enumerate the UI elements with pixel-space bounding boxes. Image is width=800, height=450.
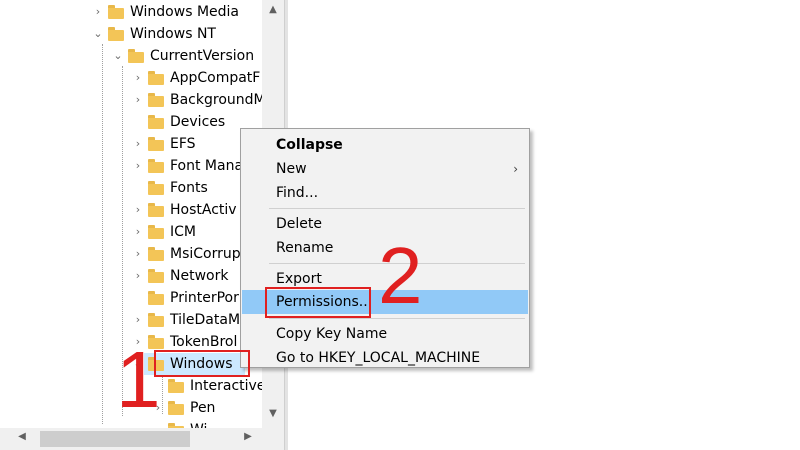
tree-node-label: AppCompatF <box>170 70 261 86</box>
chevron-right-icon[interactable]: › <box>132 133 144 155</box>
tree-node-interactive[interactable]: Interactive <box>152 375 262 397</box>
tree-node-label: Fonts <box>170 180 208 196</box>
tree-node-label: EFS <box>170 136 196 152</box>
chevron-right-icon[interactable]: › <box>132 309 144 331</box>
tree-node-currentversion[interactable]: ⌄ CurrentVersion <box>112 45 254 67</box>
chevron-right-icon[interactable]: › <box>132 265 144 287</box>
folder-icon <box>148 247 164 261</box>
chevron-right-icon[interactable]: › <box>132 221 144 243</box>
tree-node-label: TileDataM <box>170 312 241 328</box>
tree-node-pen[interactable]: › Pen <box>152 397 216 419</box>
menu-item-new[interactable]: New › <box>242 157 528 181</box>
tree-node-windows-nt[interactable]: ⌄ Windows NT <box>92 23 216 45</box>
scroll-right-icon[interactable]: ▶ <box>240 431 256 442</box>
menu-item-collapse[interactable]: Collapse <box>242 133 528 157</box>
folder-icon <box>148 203 164 217</box>
folder-icon <box>148 159 164 173</box>
tree-node-network[interactable]: › Network <box>132 265 229 287</box>
folder-icon <box>148 137 164 151</box>
tree-node-label: BackgroundM <box>170 92 262 108</box>
chevron-right-icon[interactable]: › <box>132 199 144 221</box>
tree-node-label: HostActiv <box>170 202 237 218</box>
tree-node-tiledatam[interactable]: › TileDataM <box>132 309 240 331</box>
scroll-down-icon[interactable]: ▼ <box>262 408 284 419</box>
menu-item-find[interactable]: Find... <box>242 181 528 205</box>
menu-item-label: Go to HKEY_LOCAL_MACHINE <box>276 350 481 366</box>
tree-node-printerpor[interactable]: PrinterPor <box>132 287 239 309</box>
chevron-right-icon[interactable]: › <box>132 67 144 89</box>
tree-node-label: Windows NT <box>130 26 216 42</box>
menu-item-label: Collapse <box>276 137 343 153</box>
chevron-right-icon: › <box>513 162 518 176</box>
folder-icon <box>148 181 164 195</box>
chevron-right-icon[interactable]: › <box>132 89 144 111</box>
folder-icon <box>108 27 124 41</box>
tree-node-appcompatf[interactable]: › AppCompatF <box>132 67 261 89</box>
menu-item-label: Rename <box>276 240 334 256</box>
folder-icon <box>148 93 164 107</box>
tree-node-backgroundm[interactable]: › BackgroundM <box>132 89 262 111</box>
scroll-up-icon[interactable]: ▲ <box>262 4 284 15</box>
folder-icon <box>148 71 164 85</box>
folder-icon <box>148 313 164 327</box>
folder-icon <box>148 115 164 129</box>
folder-icon <box>128 49 144 63</box>
tree-node-label: Pen <box>190 400 216 416</box>
chevron-right-icon[interactable]: › <box>132 243 144 265</box>
tree-node-label: ICM <box>170 224 196 240</box>
tree-guide-line <box>102 44 103 424</box>
annotation-number-2: 2 <box>378 231 423 320</box>
folder-icon <box>168 379 184 393</box>
tree-node-windows-media[interactable]: › Windows Media <box>92 1 239 23</box>
annotation-box-windows <box>154 350 250 377</box>
tree-node-devices[interactable]: Devices <box>132 111 225 133</box>
folder-icon <box>168 401 184 415</box>
tree-node-label: Windows Media <box>130 4 239 20</box>
tree-node-label: Interactive <box>190 378 262 394</box>
scrollbar-thumb[interactable] <box>40 431 190 447</box>
chevron-right-icon[interactable]: › <box>92 1 104 23</box>
chevron-right-icon[interactable]: › <box>132 155 144 177</box>
folder-icon <box>108 5 124 19</box>
tree-node-label: Wi <box>190 419 207 428</box>
tree-node-font-mana[interactable]: › Font Mana <box>132 155 243 177</box>
tree-node-label: Network <box>170 268 229 284</box>
menu-item-label: Find... <box>276 185 319 201</box>
tree-node-label: Devices <box>170 114 226 130</box>
folder-icon <box>148 291 164 305</box>
tree-node-label: CurrentVersion <box>150 48 255 64</box>
menu-item-label: New <box>276 161 307 177</box>
menu-item-copy-key-name[interactable]: Copy Key Name <box>242 322 528 346</box>
tree-node-efs[interactable]: › EFS <box>132 133 196 155</box>
folder-icon <box>148 269 164 283</box>
tree-node-msicorrup[interactable]: › MsiCorrup <box>132 243 241 265</box>
scrollbar-corner <box>262 428 284 450</box>
tree-horizontal-scrollbar[interactable]: ◀ ▶ <box>0 428 262 450</box>
folder-icon <box>148 225 164 239</box>
tree-node-label: PrinterPor <box>170 290 239 306</box>
tree-node-icm[interactable]: › ICM <box>132 221 196 243</box>
scroll-left-icon[interactable]: ◀ <box>14 431 30 442</box>
menu-item-label: Delete <box>276 216 322 232</box>
menu-item-goto-hklm[interactable]: Go to HKEY_LOCAL_MACHINE <box>242 346 528 370</box>
tree-node-label: Font Mana <box>170 158 244 174</box>
chevron-down-icon[interactable]: ⌄ <box>112 45 124 67</box>
menu-item-label: Copy Key Name <box>276 326 388 342</box>
annotation-number-1: 1 <box>116 335 161 424</box>
tree-node-fonts[interactable]: Fonts <box>132 177 208 199</box>
tree-node-label: MsiCorrup <box>170 246 241 262</box>
tree-node-hostactiv[interactable]: › HostActiv <box>132 199 237 221</box>
annotation-box-permissions <box>265 287 371 318</box>
chevron-down-icon[interactable]: ⌄ <box>92 23 104 45</box>
menu-separator <box>269 208 525 209</box>
